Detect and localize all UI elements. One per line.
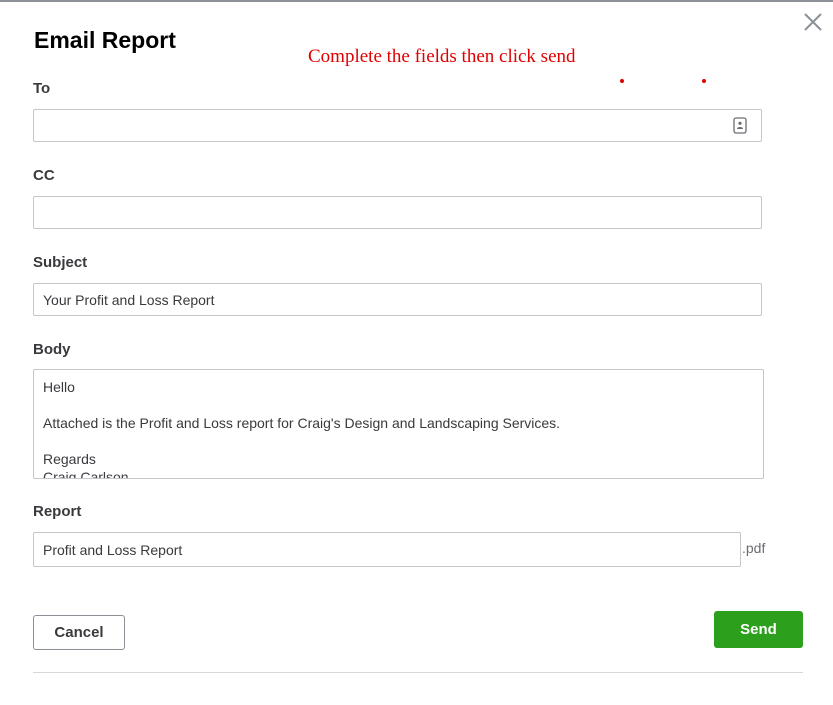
send-button[interactable]: Send (714, 611, 803, 648)
footer-divider (33, 672, 803, 673)
body-line: Attached is the Profit and Loss report f… (43, 415, 561, 431)
dialog-title: Email Report (34, 27, 176, 53)
to-label: To (33, 80, 51, 97)
cancel-button[interactable]: Cancel (33, 615, 125, 650)
report-filename-input[interactable] (33, 532, 741, 567)
body-label: Body (33, 341, 71, 358)
close-icon[interactable] (802, 11, 824, 33)
report-file-extension: .pdf (742, 540, 766, 556)
to-input[interactable] (33, 109, 762, 142)
annotation-dot (702, 79, 706, 83)
body-line: Regards (43, 451, 96, 467)
body-line: Hello (43, 379, 75, 395)
contact-card-icon[interactable] (733, 117, 747, 134)
body-line: Craig Carlson (43, 469, 129, 479)
body-textarea[interactable]: Hello Attached is the Profit and Loss re… (33, 369, 764, 479)
cc-label: CC (33, 167, 55, 184)
subject-label: Subject (33, 254, 88, 271)
instruction-annotation: Complete the fields then click send (308, 46, 576, 67)
annotation-dot (620, 79, 624, 83)
subject-input[interactable] (33, 283, 762, 316)
report-label: Report (33, 503, 82, 520)
dialog-top-border (0, 0, 833, 2)
cc-input[interactable] (33, 196, 762, 229)
